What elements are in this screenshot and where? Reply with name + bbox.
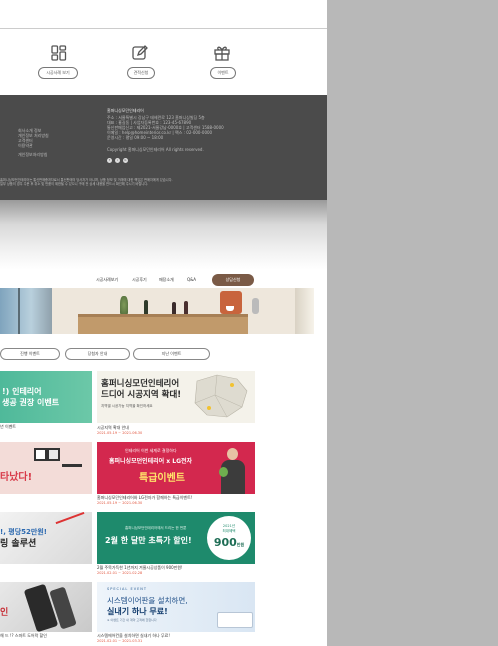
event-card-title: 특급이벤트 <box>139 473 185 484</box>
hero-cabinet <box>78 317 248 334</box>
event-card-head: 인테리어 이번 세계로 결정하다 <box>125 448 177 453</box>
event-card-title: 홈퍼니싱모던인테리어 <box>101 379 180 389</box>
cup-icon <box>226 306 234 311</box>
footer-legal-line: 일부 상품의 경우 주문 후 취소 및 반품이 제한될 수 있으니 구매 전 상… <box>0 182 149 186</box>
event-card-title: 실내기 하나 무료! <box>107 607 168 616</box>
frame-icon <box>47 448 60 461</box>
event-card-title: !, 평당52만원! <box>0 528 47 536</box>
event-card-date: 2021.02.01 ~ 2021.02.28 <box>97 571 143 575</box>
hero-window-frame <box>18 288 20 334</box>
event-card-date: 2021.05.19 ~ 2021.06.30 <box>97 431 143 435</box>
event-card-title: 링 솔루션 <box>0 539 37 549</box>
nav-item-portfolio[interactable]: 시공사례보기 <box>96 277 118 283</box>
top-divider <box>0 28 327 29</box>
frame-icon <box>34 448 47 461</box>
event-card-title: 생공 권장 이벤트 <box>2 398 60 407</box>
aircon-icon <box>217 612 253 628</box>
event-card-aircon[interactable]: SPECIAL EVENT 시스템이어판을 설치하면, 실내기 하나 무료! ※… <box>97 582 255 632</box>
bottle-icon <box>184 301 188 314</box>
badge-unit: 만원 <box>236 542 245 547</box>
event-card-title: 인 <box>0 608 9 618</box>
footer-link-terms[interactable]: 이용약관 <box>18 143 33 148</box>
event-card-area-expansion[interactable]: 홈퍼니싱모던인테리어 드디어 시공지역 확대! 지역별 시공가능 지역을 확인하… <box>97 371 255 423</box>
grinder-icon <box>252 298 259 314</box>
badge-line: 최대혜택 <box>222 529 236 533</box>
bottle-icon <box>144 300 148 314</box>
nav-item-stores[interactable]: 매장소개 <box>159 277 174 283</box>
tab-winners[interactable]: 당첨자 안내 <box>65 348 130 360</box>
hero-window-right <box>295 288 314 334</box>
instagram-icon[interactable]: i <box>115 158 120 163</box>
discount-badge: 2021년 최대혜택 900만원 <box>207 516 251 560</box>
event-card-caption: 해 드 !? 스마트 도어락 할인 <box>0 633 47 638</box>
event-card-left-1[interactable]: !) 인테리어 생공 권장 이벤트 <box>0 371 92 423</box>
event-card-head: 홈퍼니싱모던인테리어에서 드리는 한 번뿐 <box>125 526 187 530</box>
footer-legal: 홈퍼니싱모던인테리어는 통신판매중개자로서 통신판매의 당사자가 아니며, 상품… <box>0 178 327 190</box>
blog-icon[interactable]: b <box>123 158 128 163</box>
quote-button[interactable]: 견적신청 <box>127 67 155 79</box>
footer-info-line: 운영시간 : 평일 09:00 ~ 18:00 <box>107 135 164 140</box>
edit-icon[interactable] <box>131 44 149 62</box>
event-card-title: 시스템이어판을 설치하면, <box>107 596 188 605</box>
badge-number: 900만원 <box>207 536 251 549</box>
portfolio-button[interactable]: 시공사례 보기 <box>38 67 78 79</box>
section-shadow <box>0 200 327 270</box>
event-card-desc: ※ 이벤트 기간 내 계약 고객에 한합니다 <box>107 618 157 622</box>
grid-icon[interactable] <box>50 44 68 62</box>
hero-banner <box>0 288 314 334</box>
tab-ongoing-events[interactable]: 진행 이벤트 <box>0 348 60 360</box>
event-card-date: 2021.05.19 ~ 2021.06.30 <box>97 501 143 505</box>
event-button[interactable]: 이벤트 <box>210 67 236 79</box>
hero-window <box>0 288 52 334</box>
event-card-title: 2월 한 달만 초특가 할인! <box>105 536 192 545</box>
event-card-left-3[interactable]: !, 평당52만원! 링 솔루션 <box>0 512 92 564</box>
event-card-title: 타났다! <box>0 472 33 483</box>
page-viewport: 시공사례 보기 견적신청 이벤트 회사소개 정보 개인정보 처리방침 고객센터 … <box>0 0 327 646</box>
consult-button[interactable]: 상담신청 <box>212 274 254 286</box>
footer-company-name: 홈퍼니싱모던인테리어 <box>107 108 144 113</box>
footer-copyright: Copyright 홈퍼니싱모던인테리어 All rights reserved… <box>107 147 204 152</box>
event-card-title: 드디어 시공지역 확대! <box>101 390 182 400</box>
event-card-head: SPECIAL EVENT <box>107 587 148 591</box>
nav-item-qna[interactable]: Q&A <box>187 277 196 282</box>
event-card-title: !) 인테리어 <box>2 387 42 396</box>
nav-item-reviews[interactable]: 시공후기 <box>132 277 147 283</box>
site-footer: 회사소개 정보 개인정보 처리방침 고객센터 이용약관 개인정보처리방침 홈퍼니… <box>0 95 327 200</box>
map-illustration <box>194 374 248 418</box>
table-icon <box>62 464 82 467</box>
footer-link-privacy-policy[interactable]: 개인정보처리방침 <box>18 152 47 157</box>
event-card-title: 홈퍼니싱모던인테리어 x LG전자 <box>109 458 193 465</box>
facebook-icon[interactable]: f <box>107 158 112 163</box>
event-card-desc: 지역별 시공가능 지역을 확인하세요 <box>101 404 153 408</box>
event-card-special-sale[interactable]: 홈퍼니싱모던인테리어에서 드리는 한 번뿐 2월 한 달만 초특가 할인! 20… <box>97 512 255 564</box>
event-card-left-2[interactable]: 타났다! <box>0 442 92 494</box>
event-card-lg-collab[interactable]: 인테리어 이번 세계로 결정하다 홈퍼니싱모던인테리어 x LG전자 특급이벤트 <box>97 442 255 494</box>
gift-icon[interactable] <box>213 44 231 62</box>
plant-icon <box>120 296 128 314</box>
tab-past-events[interactable]: 지난 이벤트 <box>133 348 210 360</box>
person-photo <box>219 448 245 494</box>
event-card-left-4[interactable]: 인 <box>0 582 92 632</box>
event-card-date: 2021.02.01 ~ 2021.03.31 <box>97 639 143 643</box>
event-card-caption: 년 이벤트 <box>0 424 16 429</box>
pen-icon <box>55 512 85 525</box>
badge-amount: 900 <box>213 536 237 549</box>
bottle-icon <box>172 302 176 314</box>
